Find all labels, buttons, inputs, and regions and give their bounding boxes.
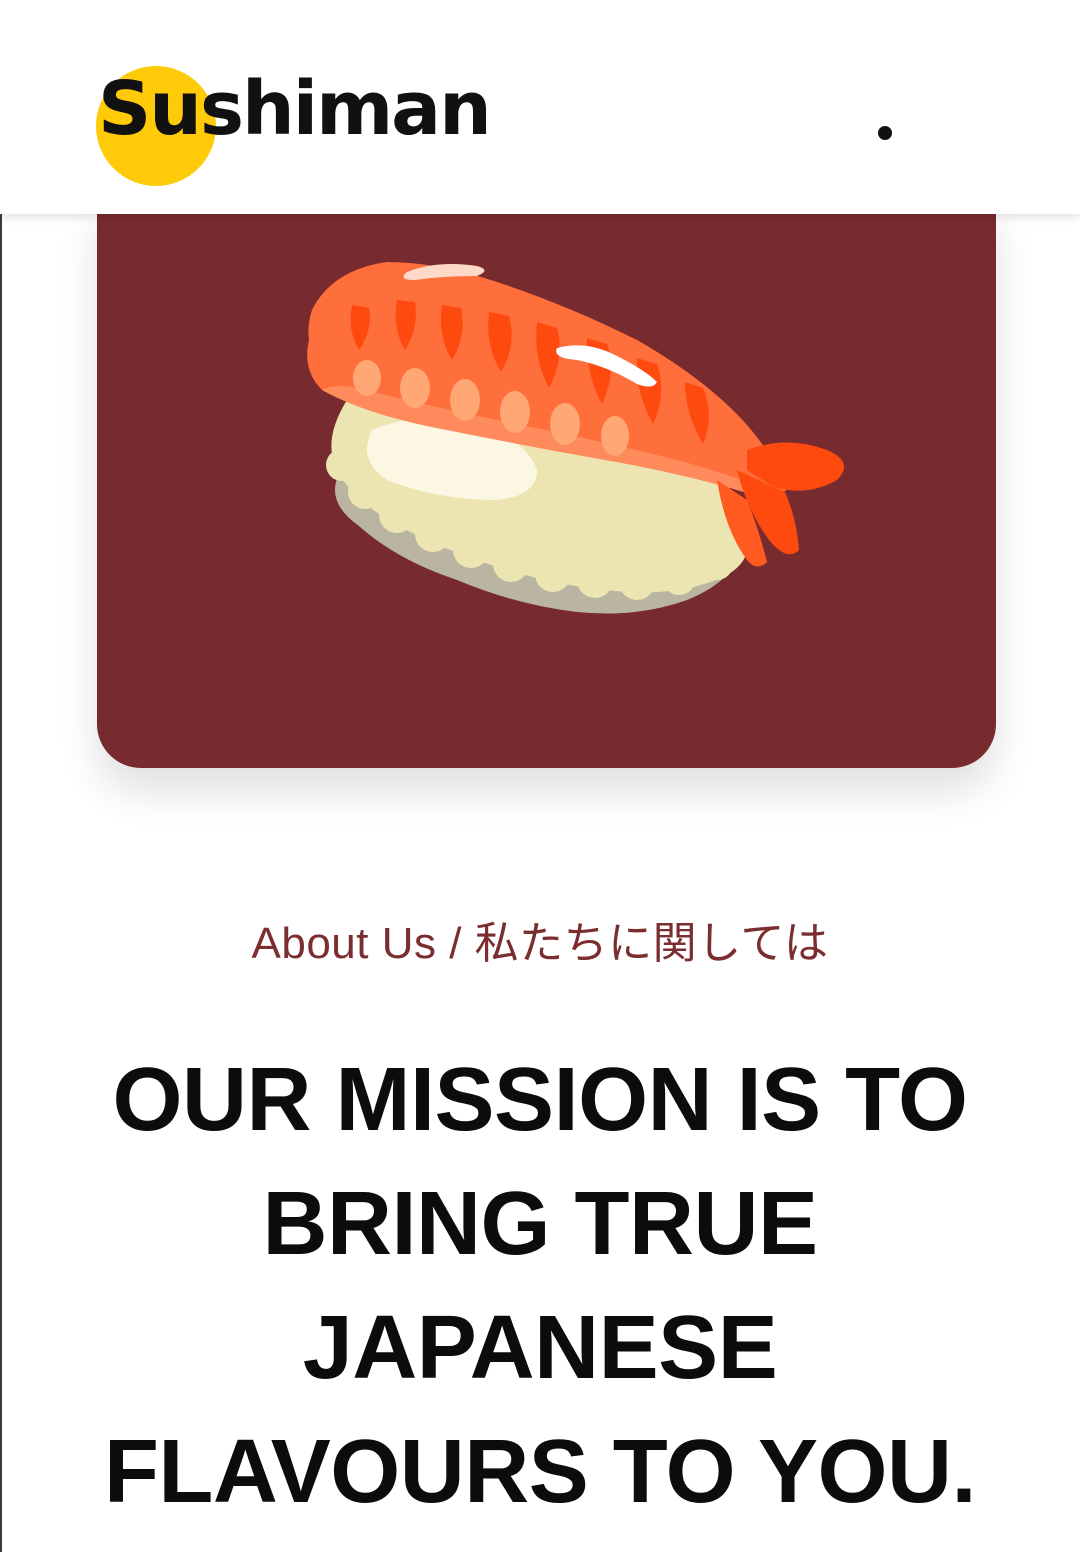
shrimp-sushi-icon [307, 262, 845, 614]
window-edge [0, 0, 2, 1552]
menu-button[interactable] [860, 108, 908, 156]
logo-text: Sushiman [98, 66, 492, 152]
about-us-label: About Us / 私たちに関しては [251, 919, 829, 968]
hero-image-card [97, 200, 996, 768]
site-header: Sushiman [0, 0, 1080, 214]
page: Sushiman About Us / 私たちに関しては OUR MISSION… [0, 0, 1080, 1552]
logo[interactable]: Sushiman [96, 66, 516, 188]
dot-menu-icon [878, 126, 892, 140]
mission-headline: OUR MISSION IS TO BRING TRUE JAPANESE FL… [103, 1050, 977, 1522]
